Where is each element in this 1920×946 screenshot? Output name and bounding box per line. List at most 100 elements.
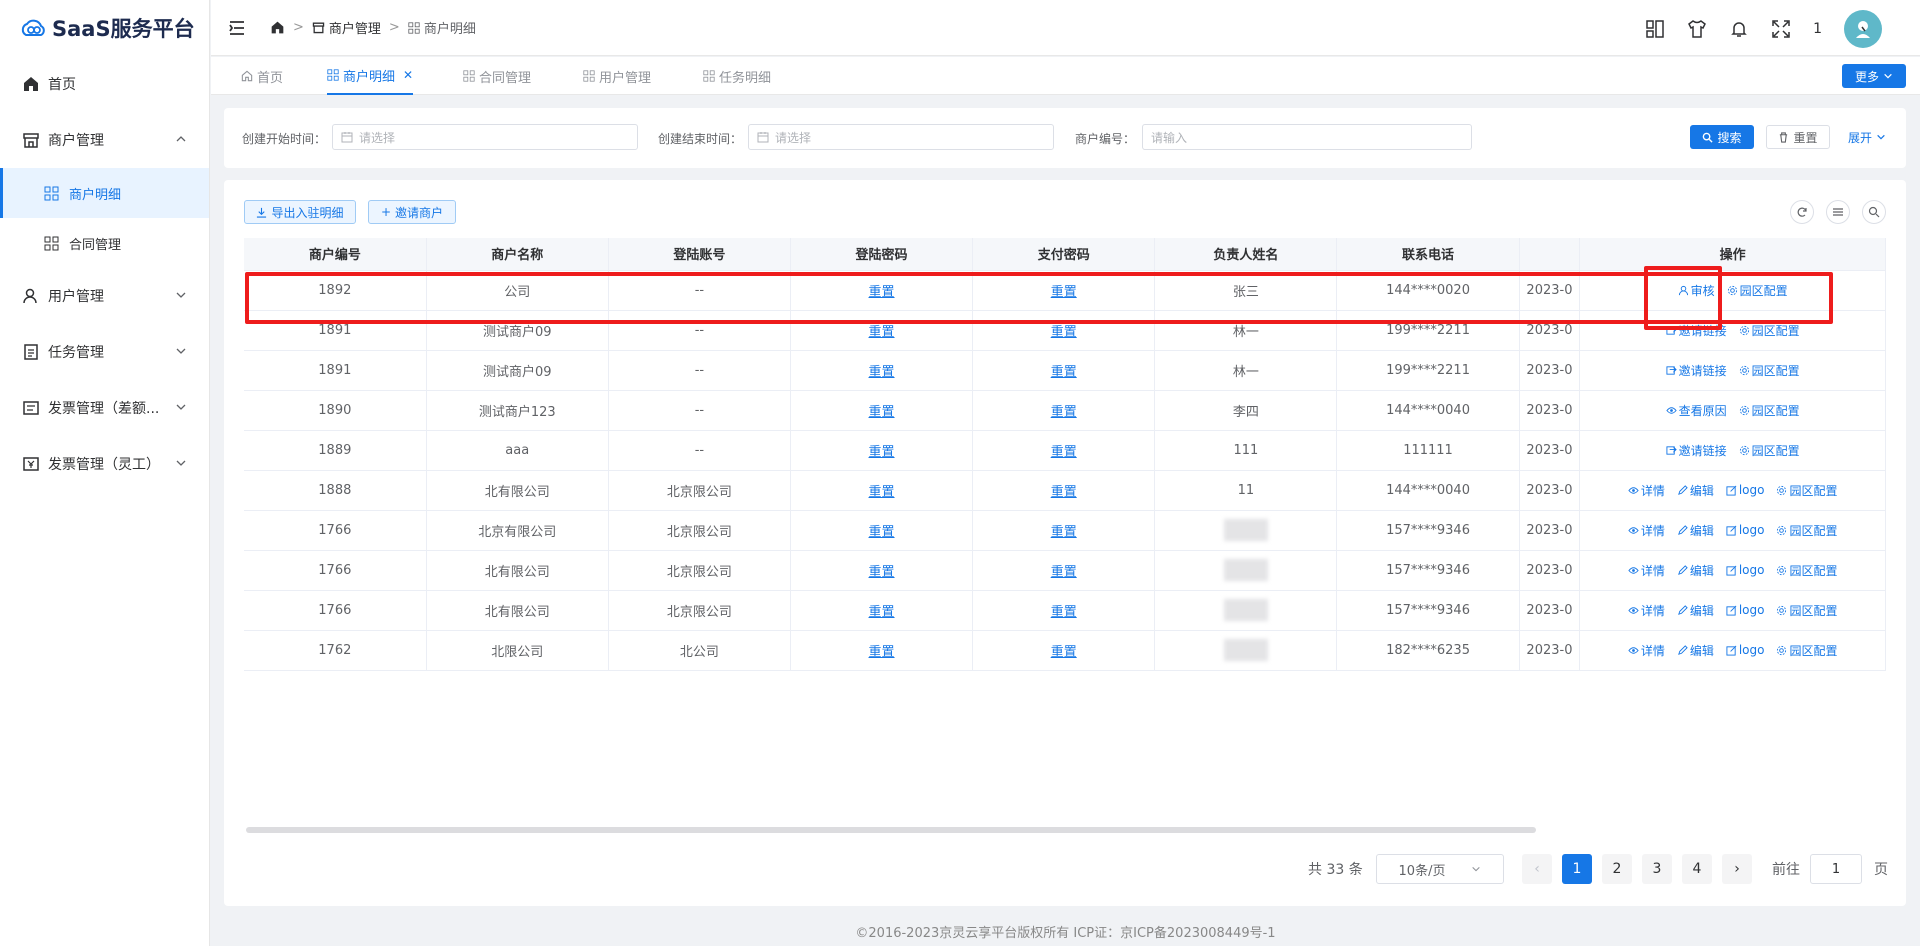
cell-merchant-no: 1888: [244, 470, 427, 511]
yen-invoice-icon: [23, 457, 39, 471]
edit-link[interactable]: 编辑: [1677, 602, 1714, 619]
invite-link-link[interactable]: 邀请链接: [1666, 362, 1727, 379]
cell-merchant-name: 北有限公司: [426, 590, 609, 631]
avatar[interactable]: [1844, 10, 1882, 48]
merchant-no-input[interactable]: 请输入: [1142, 124, 1472, 150]
expand-button[interactable]: 展开: [1842, 125, 1892, 149]
fullscreen-icon[interactable]: [1771, 19, 1791, 39]
cell-login-password-reset[interactable]: 重置: [790, 390, 974, 431]
park-config-link[interactable]: 园区配置: [1776, 602, 1838, 619]
page-2[interactable]: 2: [1602, 854, 1632, 884]
goto-page-input[interactable]: 1: [1810, 854, 1862, 884]
sidebar-item-tasks[interactable]: 任务管理: [0, 324, 209, 380]
tab-task-detail[interactable]: 任务明细: [703, 57, 771, 95]
edit-link[interactable]: 编辑: [1677, 522, 1714, 539]
edit-link[interactable]: 编辑: [1677, 482, 1714, 499]
invite-merchant-button[interactable]: + 邀请商户: [368, 200, 456, 224]
export-button[interactable]: 导出入驻明细: [244, 200, 356, 224]
cell-pay-password-reset[interactable]: 重置: [972, 390, 1156, 431]
logo-link[interactable]: logo: [1726, 603, 1764, 617]
end-time-input[interactable]: 请选择: [748, 124, 1054, 150]
detail-link[interactable]: 详情: [1628, 522, 1665, 539]
page-4[interactable]: 4: [1682, 854, 1712, 884]
column-settings-button[interactable]: [1826, 200, 1850, 224]
tab-home[interactable]: 首页: [241, 57, 283, 95]
col-merchant-name: 商户名称: [426, 238, 609, 271]
cell-pay-password-reset[interactable]: 重置: [972, 350, 1156, 391]
sidebar-item-label: 首页: [48, 77, 76, 93]
sidebar-subitem-merchant-detail[interactable]: 商户明细: [0, 168, 209, 218]
detail-link[interactable]: 详情: [1628, 642, 1665, 659]
prev-page-button[interactable]: ‹: [1522, 854, 1552, 884]
logo-link[interactable]: logo: [1726, 483, 1764, 497]
cell-pay-password-reset[interactable]: 重置: [972, 550, 1156, 591]
horizontal-scrollbar[interactable]: [246, 827, 1536, 833]
cell-login-password-reset[interactable]: 重置: [790, 470, 974, 511]
start-time-input[interactable]: 请选择: [332, 124, 638, 150]
edit-link[interactable]: 编辑: [1677, 562, 1714, 579]
park-config-link[interactable]: 园区配置: [1739, 322, 1800, 339]
park-config-link[interactable]: 园区配置: [1776, 522, 1838, 539]
park-config-link[interactable]: 园区配置: [1739, 402, 1800, 419]
search-button[interactable]: 搜索: [1690, 125, 1754, 149]
sidebar-item-users[interactable]: 用户管理: [0, 268, 209, 324]
logo-link[interactable]: logo: [1726, 643, 1764, 657]
sidebar-item-merchant[interactable]: 商户管理: [0, 112, 209, 168]
sidebar-item-invoice-flex[interactable]: 发票管理（灵工）: [0, 436, 209, 492]
park-config-link[interactable]: 园区配置: [1776, 562, 1838, 579]
logo-link[interactable]: logo: [1726, 523, 1764, 537]
sidebar-item-invoice-diff[interactable]: 发票管理（差额...: [0, 380, 209, 436]
cell-login-password-reset[interactable]: 重置: [790, 630, 974, 671]
detail-link[interactable]: 详情: [1628, 602, 1665, 619]
logo-link[interactable]: logo: [1726, 563, 1764, 577]
cell-owner-name: [1154, 510, 1338, 551]
park-config-link[interactable]: 园区配置: [1739, 362, 1800, 379]
page-size-select[interactable]: 10条/页: [1376, 854, 1504, 884]
bell-icon[interactable]: [1729, 19, 1749, 39]
breadcrumb-item[interactable]: 商户管理: [329, 18, 381, 37]
cell-pay-password-reset[interactable]: 重置: [972, 590, 1156, 631]
reset-button[interactable]: 重置: [1766, 125, 1830, 149]
detail-link[interactable]: 详情: [1628, 562, 1665, 579]
sidebar-subitem-contract[interactable]: 合同管理: [0, 218, 209, 268]
layout-icon[interactable]: [1645, 19, 1665, 39]
cell-login-password-reset[interactable]: 重置: [790, 590, 974, 631]
table-search-button[interactable]: [1862, 200, 1886, 224]
invite-link-link[interactable]: 邀请链接: [1666, 442, 1727, 459]
app-logo[interactable]: SaaS服务平台: [0, 0, 209, 56]
page-3[interactable]: 3: [1642, 854, 1672, 884]
search-icon: [1703, 132, 1714, 143]
tab-contract[interactable]: 合同管理: [463, 57, 531, 95]
shirt-icon[interactable]: [1687, 19, 1707, 39]
tab-merchant-detail[interactable]: 商户明细 ✕: [327, 57, 414, 95]
tabs-more-button[interactable]: 更多: [1842, 64, 1906, 88]
cell-login-password-reset[interactable]: 重置: [790, 550, 974, 591]
cell-pay-password-reset[interactable]: 重置: [972, 630, 1156, 671]
tab-users[interactable]: 用户管理: [583, 57, 651, 95]
action-label: 园区配置: [1789, 523, 1838, 538]
refresh-button[interactable]: [1790, 200, 1814, 224]
cell-pay-password-reset[interactable]: 重置: [972, 470, 1156, 511]
cell-login-password-reset[interactable]: 重置: [790, 510, 974, 551]
cell-login-password-reset[interactable]: 重置: [790, 430, 974, 471]
cell-merchant-no: 1762: [244, 630, 427, 671]
park-config-link[interactable]: 园区配置: [1776, 482, 1838, 499]
sidebar-item-label: 用户管理: [48, 289, 104, 305]
next-page-button[interactable]: ›: [1722, 854, 1752, 884]
sidebar-item-home[interactable]: 首页: [0, 56, 209, 112]
park-config-link[interactable]: 园区配置: [1739, 442, 1800, 459]
cell-pay-password-reset[interactable]: 重置: [972, 430, 1156, 471]
view-reason-link[interactable]: 查看原因: [1665, 402, 1727, 419]
home-icon[interactable]: [270, 20, 285, 35]
action-label: 编辑: [1689, 643, 1714, 658]
edit-link[interactable]: 编辑: [1677, 642, 1714, 659]
park-config-link[interactable]: 园区配置: [1776, 642, 1838, 659]
cell-pay-password-reset[interactable]: 重置: [972, 510, 1156, 551]
tab-close-icon[interactable]: ✕: [403, 68, 413, 82]
cell-login-password-reset[interactable]: 重置: [790, 350, 974, 391]
menu-fold-icon[interactable]: [228, 19, 246, 37]
clipboard-icon: [24, 344, 38, 360]
detail-link[interactable]: 详情: [1628, 482, 1665, 499]
plus-icon: +: [380, 205, 392, 219]
page-1[interactable]: 1: [1562, 854, 1592, 884]
